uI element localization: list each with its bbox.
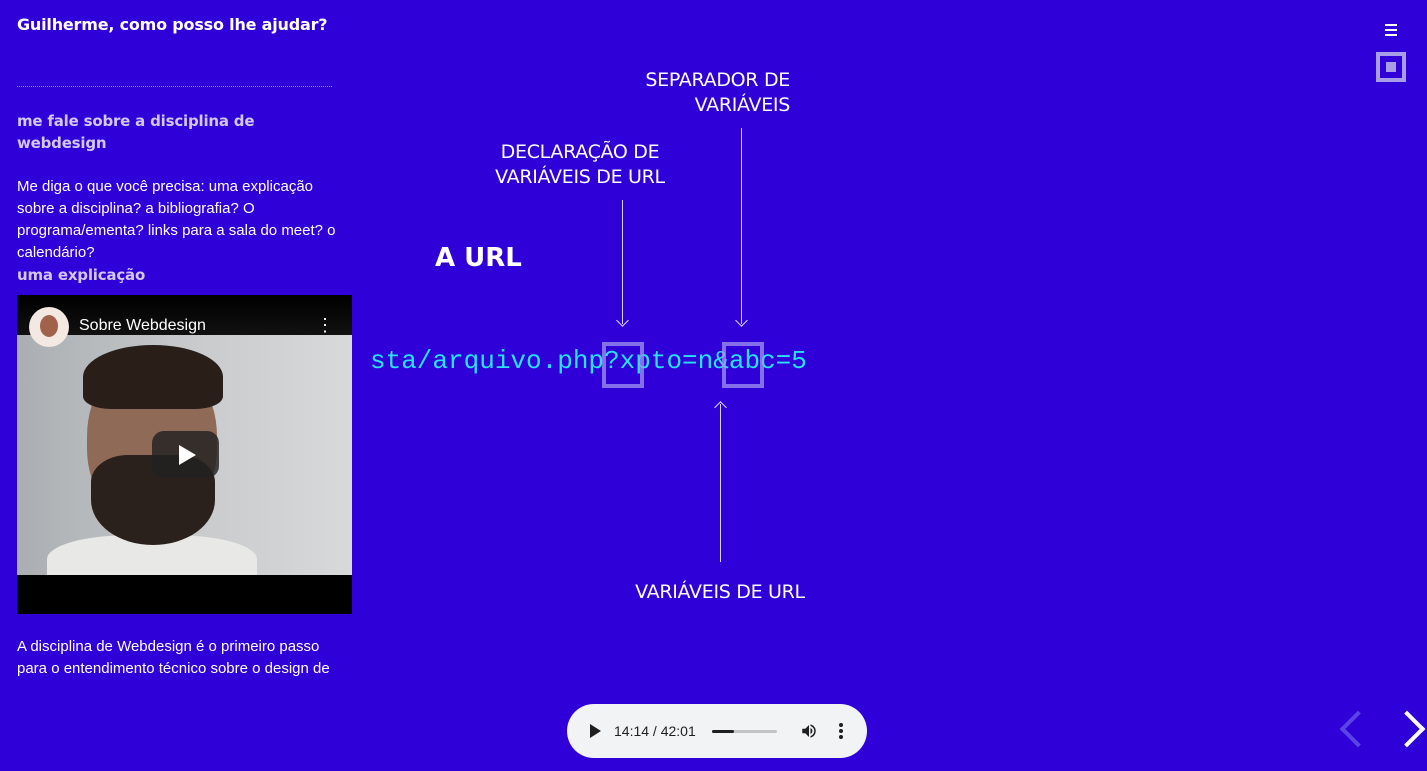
bot-message: Me diga o que você precisa: uma explicaç… [17, 178, 336, 261]
volume-icon[interactable] [800, 722, 818, 740]
chat-sidebar: Guilherme, como posso lhe ajudar? me fal… [17, 0, 357, 771]
chat-divider [17, 86, 332, 87]
more-vertical-icon[interactable]: ⋮ [316, 316, 334, 334]
separator-highlight [722, 342, 764, 388]
arrow-down-icon [616, 314, 629, 327]
variables-label: VARIÁVEIS DE URL [635, 581, 805, 603]
chevron-right-icon[interactable] [1388, 710, 1426, 748]
variables-arrow [720, 404, 721, 562]
separator-arrow [741, 128, 742, 324]
audio-seek-bar[interactable] [712, 730, 777, 733]
declaration-highlight [602, 342, 644, 388]
declaration-label: DECLARAÇÃO DE VARIÁVEIS DE URL [495, 141, 665, 188]
declaration-arrow [622, 200, 623, 324]
audio-progress [712, 730, 734, 733]
more-vertical-icon[interactable] [839, 723, 843, 739]
user-message: me fale sobre a disciplina de webdesign [17, 112, 255, 152]
audio-time: 14:14 / 42:01 [614, 723, 696, 739]
fullscreen-icon[interactable] [1376, 52, 1406, 82]
bot-message: A disciplina de Webdesign é o primeiro p… [17, 638, 330, 677]
chevron-left-icon[interactable] [1339, 710, 1377, 748]
video-player[interactable]: Sobre Webdesign ⋮ [17, 295, 352, 614]
arrow-up-icon [714, 401, 727, 414]
user-message: uma explicação [17, 266, 146, 284]
audio-player[interactable]: 14:14 / 42:01 [567, 704, 867, 758]
channel-avatar[interactable] [29, 307, 69, 347]
separator-label: SEPARADOR DE VARIÁVEIS [645, 69, 790, 116]
play-icon[interactable] [590, 724, 601, 738]
arrow-down-icon [735, 314, 748, 327]
hamburger-icon[interactable] [1385, 24, 1397, 36]
video-title[interactable]: Sobre Webdesign [79, 317, 206, 335]
slide-title: A URL [435, 243, 522, 273]
chat-greeting: Guilherme, como posso lhe ajudar? [17, 15, 328, 34]
play-icon[interactable] [152, 431, 219, 478]
